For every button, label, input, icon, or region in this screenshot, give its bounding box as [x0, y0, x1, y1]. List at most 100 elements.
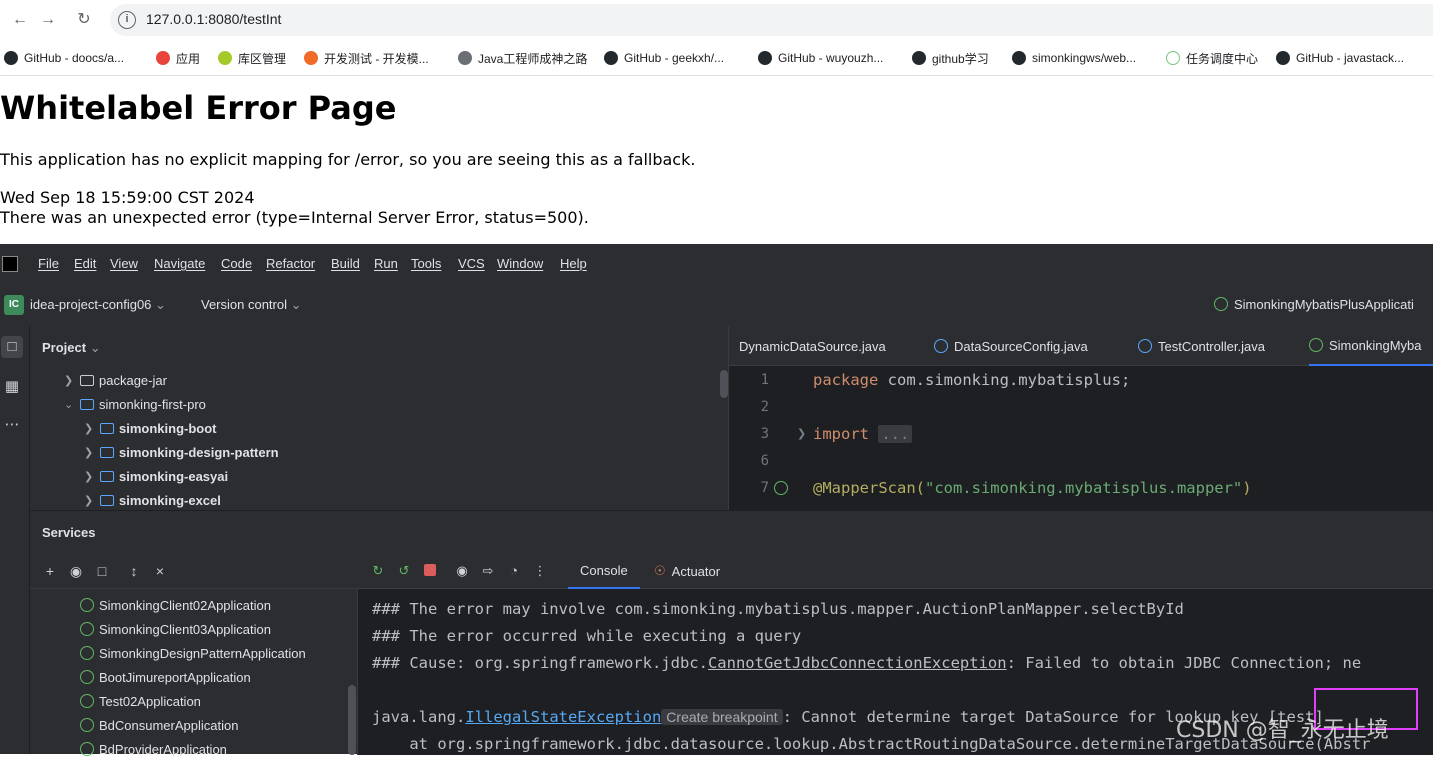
services-toolbar: + ◉ □ ↕ × — [30, 553, 358, 589]
menu-view[interactable]: View — [110, 256, 138, 271]
bookmark-item[interactable]: 应用 — [156, 49, 200, 67]
tree-item[interactable]: ❯ simonking-boot — [84, 416, 217, 440]
more-vertical-icon[interactable]: ⋮ — [530, 561, 550, 581]
spring-class-icon — [1309, 338, 1323, 352]
spring-boot-icon — [80, 598, 94, 612]
menu-navigate[interactable]: Navigate — [154, 256, 205, 271]
page-title: Whitelabel Error Page — [0, 89, 397, 127]
site-info-icon[interactable]: i — [118, 11, 136, 29]
back-arrow-icon[interactable]: ← — [8, 8, 32, 32]
project-badge[interactable]: IC — [4, 295, 24, 315]
tree-item[interactable]: ❯ package-jar — [64, 368, 167, 392]
module-folder-icon — [80, 398, 94, 410]
tree-item[interactable]: ⌄ simonking-first-pro — [64, 392, 206, 416]
editor-tabs: DynamicDataSource.java DataSourceConfig.… — [729, 326, 1433, 366]
reload-icon[interactable]: ↻ — [72, 8, 96, 32]
tab-test-controller[interactable]: TestController.java — [1138, 326, 1265, 366]
url-input[interactable]: i 127.0.0.1:8080/testInt — [110, 4, 1433, 36]
tree-item[interactable]: ❯ simonking-easyai — [84, 464, 228, 488]
add-service-icon[interactable]: + — [40, 561, 60, 581]
code-editor: DynamicDataSource.java DataSourceConfig.… — [728, 326, 1433, 510]
menu-code[interactable]: Code — [221, 256, 252, 271]
service-item[interactable]: SimonkingDesignPatternApplication — [80, 641, 306, 665]
tab-simonking-mybatis[interactable]: SimonkingMyba — [1309, 326, 1433, 366]
stop-icon[interactable] — [420, 561, 440, 581]
restart-icon[interactable]: ↺ — [394, 561, 414, 581]
fold-chevron-icon[interactable]: ❯ — [797, 427, 806, 440]
bookmark-item[interactable]: Java工程师成神之路 — [458, 49, 587, 67]
services-scrollbar[interactable] — [348, 685, 356, 755]
project-switcher[interactable]: idea-project-config06 ⌄ — [30, 297, 166, 313]
ide-window: File Edit View Navigate Code Refactor Bu… — [0, 244, 1433, 757]
gauge-icon[interactable]: ◔ — [504, 561, 524, 581]
code-line: import ... — [813, 425, 913, 443]
exception-link[interactable]: IllegalStateException — [465, 708, 661, 726]
service-item[interactable]: BdConsumerApplication — [80, 713, 238, 737]
tab-actuator[interactable]: ☉ Actuator — [654, 553, 720, 589]
actuator-icon: ☉ — [654, 563, 666, 578]
menu-file[interactable]: File — [38, 256, 59, 271]
spring-boot-icon — [80, 646, 94, 660]
bookmark-item[interactable]: 任务调度中心 — [1166, 49, 1258, 67]
service-item[interactable]: BdProviderApplication — [80, 737, 227, 761]
menu-run[interactable]: Run — [374, 256, 398, 271]
service-item[interactable]: SimonkingClient03Application — [80, 617, 271, 641]
watermark: CSDN @智_永无止境 — [1176, 718, 1389, 743]
collapse-all-icon[interactable]: × — [150, 561, 170, 581]
bookmark-item[interactable]: GitHub - doocs/a... — [4, 49, 124, 67]
structure-icon[interactable]: ▦ — [1, 376, 23, 398]
rerun-icon[interactable]: ↻ — [368, 561, 388, 581]
more-icon[interactable]: ⋯ — [1, 414, 23, 436]
tab-console[interactable]: Console — [568, 553, 640, 589]
spring-boot-icon — [80, 622, 94, 636]
exit-icon[interactable]: ⇨ — [478, 561, 498, 581]
tree-item[interactable]: ❯ simonking-excel — [84, 488, 221, 512]
console-toolbar: ↻ ↺ ◉ ⇨ ◔ ⋮ Console ☉ Actuator — [358, 553, 1433, 589]
menu-build[interactable]: Build — [331, 256, 360, 271]
service-item[interactable]: BootJimureportApplication — [80, 665, 251, 689]
eye-icon[interactable]: ◉ — [66, 561, 86, 581]
tab-dynamic-datasource[interactable]: DynamicDataSource.java — [739, 326, 886, 366]
bookmark-item[interactable]: GitHub - javastack... — [1276, 49, 1404, 67]
bookmark-item[interactable]: github学习 — [912, 49, 989, 67]
service-item[interactable]: SimonkingClient02Application — [80, 593, 271, 617]
project-scrollbar[interactable] — [720, 370, 728, 398]
bookmark-item[interactable]: simonkingws/web... — [1012, 49, 1136, 67]
services-list: SimonkingClient02Application SimonkingCl… — [30, 589, 358, 757]
service-item[interactable]: Test02Application — [80, 689, 201, 713]
class-icon — [934, 339, 948, 353]
tree-item[interactable]: ❯ simonking-design-pattern — [84, 440, 279, 464]
folder-icon[interactable]: □ — [1, 336, 23, 358]
bookmark-item[interactable]: GitHub - geekxh/... — [604, 49, 724, 67]
github-icon — [1276, 51, 1290, 65]
camera-icon[interactable]: ◉ — [452, 561, 472, 581]
menu-help[interactable]: Help — [560, 256, 587, 271]
tab-datasource-config[interactable]: DataSourceConfig.java — [934, 326, 1088, 366]
project-panel-title[interactable]: Project ⌄ — [42, 340, 101, 356]
menu-window[interactable]: Window — [497, 256, 543, 271]
bookmark-item[interactable]: GitHub - wuyouzh... — [758, 49, 883, 67]
menu-refactor[interactable]: Refactor — [266, 256, 315, 271]
menu-edit[interactable]: Edit — [74, 256, 96, 271]
run-config-selector[interactable]: SimonkingMybatisPlusApplicati — [1214, 297, 1414, 312]
apps-icon — [156, 51, 170, 65]
version-control-menu[interactable]: Version control ⌄ — [201, 297, 302, 313]
error-message: This application has no explicit mapping… — [0, 150, 696, 169]
chevron-right-icon: ❯ — [84, 446, 94, 459]
new-group-icon[interactable]: □ — [92, 561, 112, 581]
expand-all-icon[interactable]: ↕ — [124, 561, 144, 581]
module-folder-icon — [100, 422, 114, 434]
menu-tools[interactable]: Tools — [411, 256, 441, 271]
line-number: 3 — [760, 426, 769, 442]
spring-run-icon — [1214, 297, 1228, 311]
chevron-down-icon: ⌄ — [89, 340, 101, 355]
bookmark-item[interactable]: 开发测试 - 开发模... — [304, 49, 429, 67]
console-line: ### The error occurred while executing a… — [372, 627, 802, 645]
menu-vcs[interactable]: VCS — [458, 256, 485, 271]
folded-imports[interactable]: ... — [878, 425, 913, 443]
mapper-scan-gutter-icon[interactable] — [774, 481, 788, 495]
create-breakpoint-button[interactable]: Create breakpoint — [661, 709, 783, 725]
bookmark-item[interactable]: 库区管理 — [218, 49, 286, 67]
forward-arrow-icon[interactable]: → — [36, 8, 60, 32]
exception-link[interactable]: CannotGetJdbcConnectionException — [708, 654, 1007, 672]
